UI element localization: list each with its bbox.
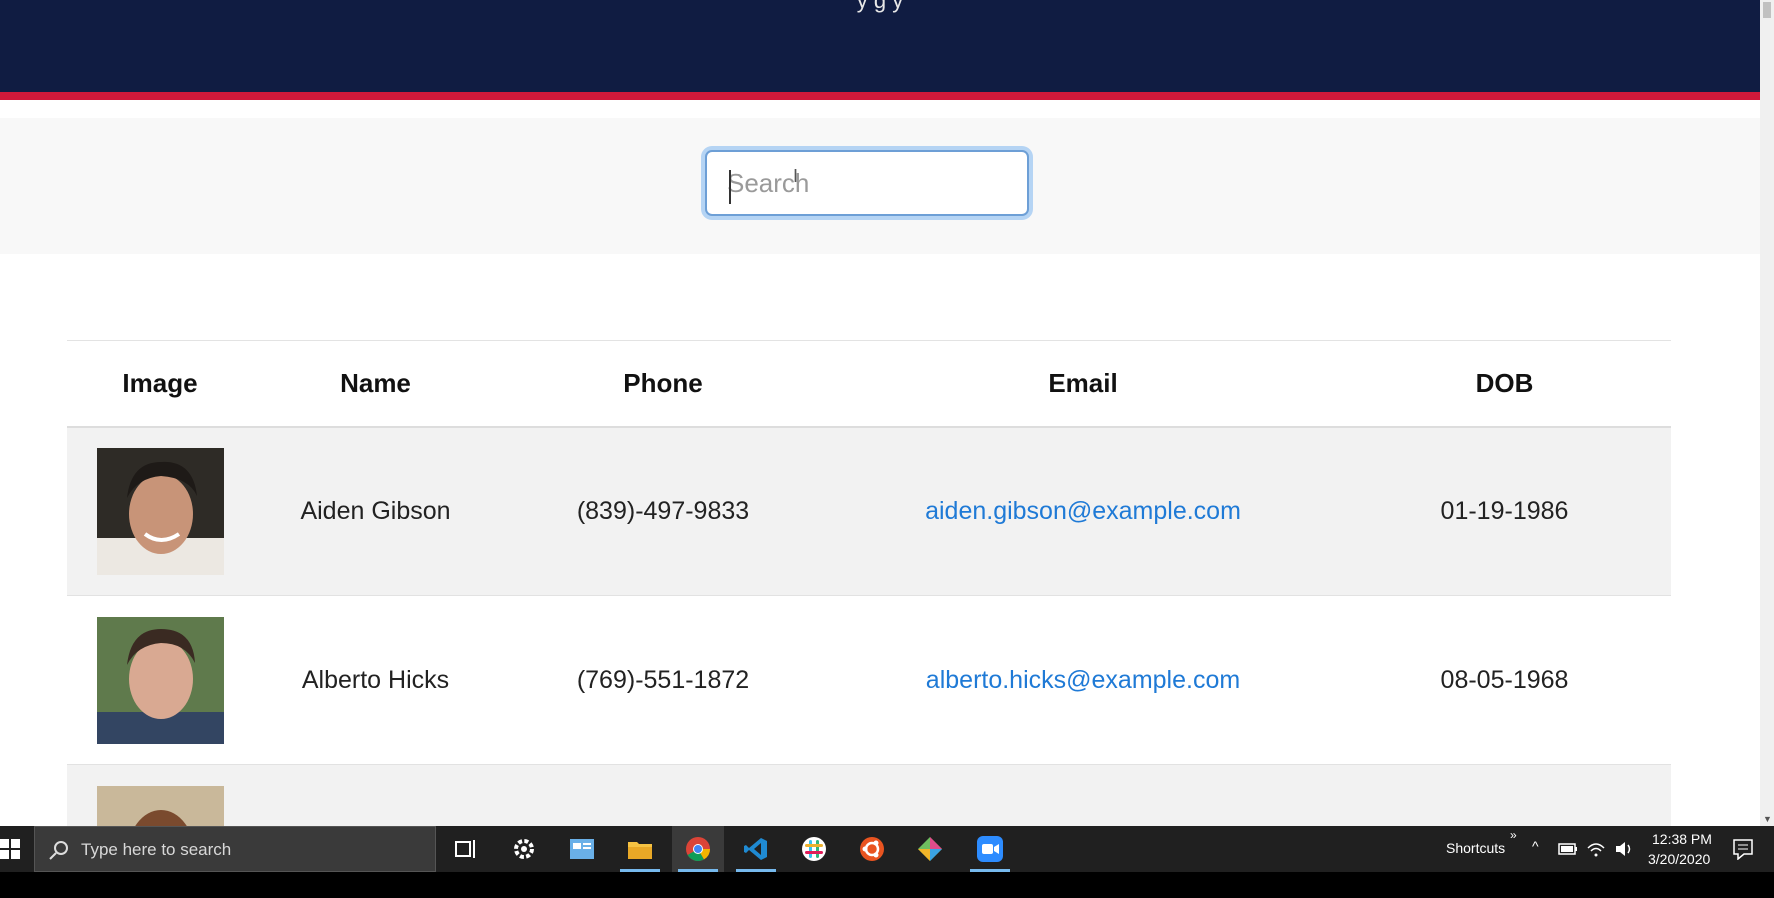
shortcuts-toolbar-label[interactable]: Shortcuts — [1446, 840, 1505, 856]
employee-table: Image Name Phone Email DOB Aiden Gibson … — [67, 340, 1671, 826]
dob-cell: 08-05-1968 — [1440, 665, 1569, 694]
windows-start-icon[interactable] — [0, 839, 20, 859]
volume-icon[interactable] — [1614, 840, 1634, 858]
image-cell — [67, 427, 253, 596]
image-cell — [67, 765, 253, 826]
file-explorer-icon[interactable] — [614, 826, 666, 872]
notifications-icon[interactable] — [1732, 838, 1754, 860]
avatar — [96, 616, 224, 744]
toolbar-overflow-icon[interactable]: » — [1510, 828, 1517, 842]
settings-gear-icon[interactable] — [498, 826, 550, 872]
search-icon — [49, 841, 68, 860]
col-header-dob[interactable]: DOB — [1338, 341, 1671, 427]
zoom-icon[interactable] — [964, 826, 1016, 872]
avatar — [96, 785, 224, 826]
gitkraken-icon[interactable] — [904, 826, 956, 872]
chrome-icon[interactable] — [672, 826, 724, 872]
task-view-icon[interactable] — [440, 826, 492, 872]
col-header-phone[interactable]: Phone — [498, 341, 828, 427]
show-hidden-icons-icon[interactable]: ^ — [1532, 838, 1539, 854]
slack-icon[interactable] — [788, 826, 840, 872]
email-link[interactable]: alberto.hicks@example.com — [926, 666, 1240, 694]
clock-date[interactable]: 3/20/2020 — [1648, 851, 1710, 867]
col-header-image[interactable]: Image — [67, 341, 253, 427]
screen-bottom-edge — [0, 872, 1774, 898]
avatar — [96, 447, 224, 575]
control-panel-icon[interactable] — [556, 826, 608, 872]
taskbar-search-placeholder: Type here to search — [81, 840, 232, 859]
phone-cell: (769)-551-1872 — [576, 665, 750, 694]
image-cell — [67, 596, 253, 765]
dob-cell: 01-19-1986 — [1440, 496, 1569, 525]
windows-taskbar: Type here to search Shortcuts » ^ 12:38 … — [0, 826, 1774, 872]
wifi-icon[interactable] — [1586, 840, 1606, 858]
search-input[interactable] — [705, 150, 1029, 216]
email-cell: aiden.gibson@example.com — [828, 427, 1338, 596]
email-link[interactable]: aiden.gibson@example.com — [925, 497, 1241, 525]
text-caret — [729, 170, 731, 204]
table-row — [67, 764, 1671, 826]
scrollbar-thumb[interactable] — [1763, 2, 1771, 18]
col-header-name[interactable]: Name — [253, 341, 498, 427]
clock-time[interactable]: 12:38 PM — [1652, 831, 1712, 847]
browser-viewport: y g y I Image Name Phone Email DOB — [0, 0, 1774, 826]
header-subtitle: y g y — [856, 0, 904, 13]
vscode-icon[interactable] — [730, 826, 782, 872]
table-row: Alberto Hicks (769)-551-1872 alberto.hic… — [67, 595, 1671, 765]
col-header-email[interactable]: Email — [828, 341, 1338, 427]
scroll-down-arrow-icon[interactable]: ▼ — [1763, 814, 1772, 824]
page-scrollbar[interactable]: ▼ — [1760, 0, 1774, 826]
battery-icon[interactable] — [1558, 843, 1578, 855]
email-cell: alberto.hicks@example.com — [828, 596, 1338, 765]
name-cell: Alberto Hicks — [301, 665, 450, 694]
ubuntu-icon[interactable] — [846, 826, 898, 872]
taskbar-search-box[interactable]: Type here to search — [34, 826, 436, 872]
page-header: y g y — [0, 0, 1760, 100]
table-row: Aiden Gibson (839)-497-9833 aiden.gibson… — [67, 426, 1671, 596]
table-header-row: Image Name Phone Email DOB — [67, 340, 1671, 427]
phone-cell: (839)-497-9833 — [576, 496, 750, 525]
ibeam-cursor-icon: I — [793, 166, 799, 186]
name-cell: Aiden Gibson — [300, 496, 451, 525]
